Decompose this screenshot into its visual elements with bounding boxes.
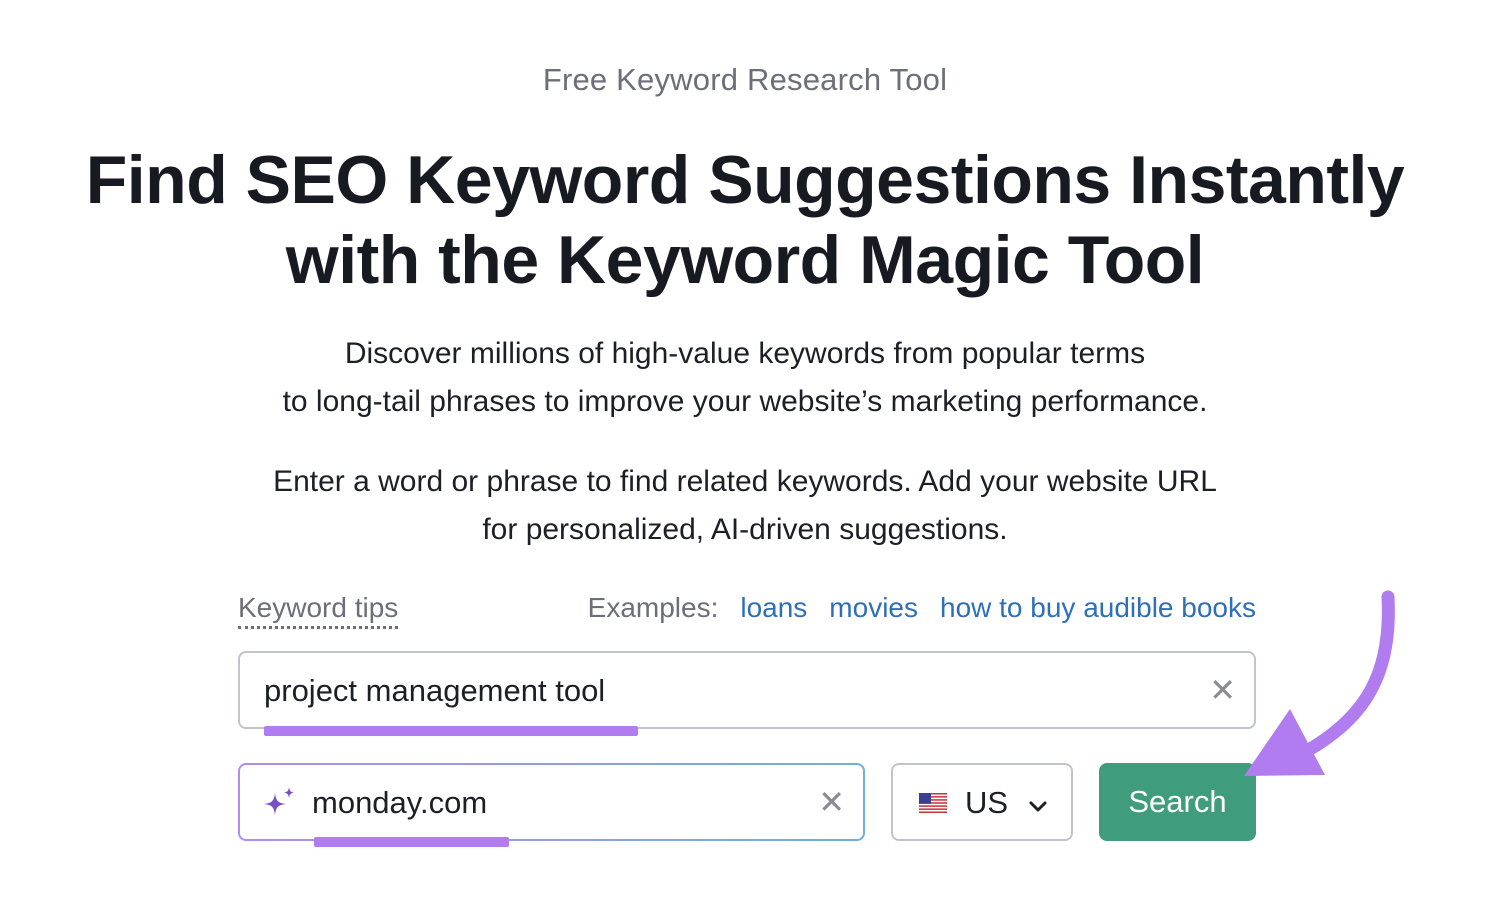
page-title-line-1: Find SEO Keyword Suggestions Instantly xyxy=(85,142,1405,218)
chevron-down-icon xyxy=(1029,801,1047,812)
website-url-input[interactable]: monday.com ✕ xyxy=(238,763,865,841)
example-link-audible-books[interactable]: how to buy audible books xyxy=(940,592,1256,623)
instructions-description: Enter a word or phrase to find related k… xyxy=(0,458,1490,554)
intro-line-2: to long-tail phrases to improve your web… xyxy=(282,385,1208,418)
sparkle-icon xyxy=(264,787,294,815)
tips-row: Keyword tips Examples: loans movies how to … xyxy=(238,590,1256,630)
close-icon[interactable]: ✕ xyxy=(818,786,845,818)
page-title-line-2: with the Keyword Magic Tool xyxy=(285,222,1205,298)
example-link-loans[interactable]: loans xyxy=(740,592,807,623)
database-select[interactable]: US xyxy=(891,763,1073,841)
keyword-tips-link[interactable]: Keyword tips xyxy=(238,592,399,629)
page-title: Find SEO Keyword Suggestions Instantly w… xyxy=(40,140,1450,300)
database-label: US xyxy=(965,785,1009,820)
keyword-input-value: project management tool xyxy=(264,673,606,708)
intro-line-1: Discover millions of high-value keywords… xyxy=(344,337,1146,370)
keyword-input[interactable]: project management tool ✕ xyxy=(238,651,1256,729)
eyebrow-text: Free Keyword Research Tool xyxy=(542,62,948,97)
close-icon[interactable]: ✕ xyxy=(1209,674,1236,706)
examples-label: Examples: xyxy=(587,592,719,623)
intro-description: Discover millions of high-value keywords… xyxy=(0,330,1490,426)
example-link-movies[interactable]: movies xyxy=(829,592,918,623)
examples: Examples: loans movies how to buy audible b… xyxy=(588,592,1256,624)
search-button[interactable]: Search xyxy=(1099,763,1256,841)
instructions-line-1: Enter a word or phrase to find related k… xyxy=(273,465,1217,498)
url-highlight-underline xyxy=(314,837,509,847)
keyword-highlight-underline xyxy=(264,726,638,736)
us-flag-icon xyxy=(919,793,947,813)
instructions-line-2: for personalized, AI-driven suggestions. xyxy=(482,513,1008,546)
website-url-value: monday.com xyxy=(312,785,488,820)
